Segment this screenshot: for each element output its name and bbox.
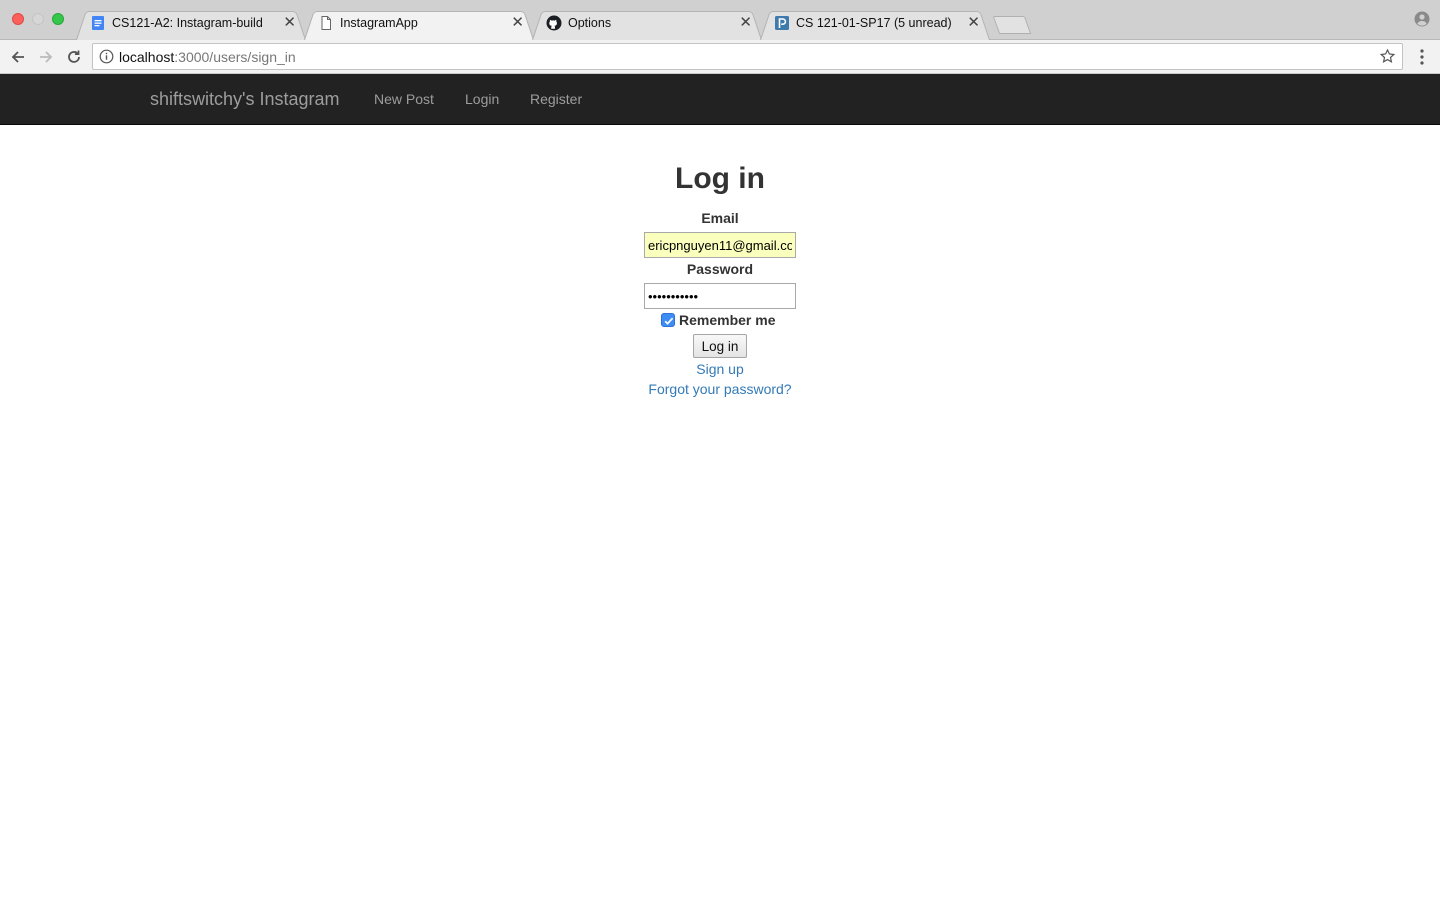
address-bar[interactable]: localhost:3000/users/sign_in <box>92 43 1403 70</box>
browser-tab-docs[interactable]: CS121-A2: Instagram-building ✕ <box>76 8 306 40</box>
tab-title: CS121-A2: Instagram-building <box>112 16 262 30</box>
email-field[interactable] <box>644 232 796 258</box>
url-path: :3000/users/sign_in <box>174 49 296 65</box>
tab-title: CS 121-01-SP17 (5 unread) <box>796 16 952 30</box>
close-window-button[interactable] <box>12 13 24 25</box>
navbar-brand[interactable]: shiftswitchy's Instagram <box>150 88 340 110</box>
email-label: Email <box>701 210 739 226</box>
more-menu-icon[interactable] <box>1414 48 1430 66</box>
close-tab-icon[interactable]: ✕ <box>283 15 296 31</box>
browser-toolbar: localhost:3000/users/sign_in <box>0 40 1440 74</box>
url-text[interactable]: localhost:3000/users/sign_in <box>119 49 296 65</box>
google-docs-icon <box>92 16 104 30</box>
back-arrow-icon[interactable] <box>7 46 29 68</box>
password-label: Password <box>686 261 754 277</box>
password-field[interactable] <box>644 283 796 309</box>
remember-me-label: Remember me <box>679 312 776 328</box>
close-tab-icon[interactable]: ✕ <box>511 15 524 31</box>
remember-me-checkbox[interactable] <box>661 313 675 327</box>
profile-icon[interactable] <box>1414 11 1430 27</box>
page-title: Log in <box>675 162 765 195</box>
browser-tab-options[interactable]: Options ✕ <box>532 8 762 40</box>
nav-register[interactable]: Register <box>530 90 582 108</box>
browser-tab-piazza[interactable]: CS 121-01-SP17 (5 unread) ✕ <box>760 8 990 40</box>
nav-new-post[interactable]: New Post <box>374 90 434 108</box>
new-tab-button[interactable] <box>992 16 1032 34</box>
browser-tab-instagramapp[interactable]: InstagramApp ✕ <box>304 8 534 40</box>
forward-arrow-icon[interactable] <box>35 46 57 68</box>
forgot-password-link[interactable]: Forgot your password? <box>648 381 791 397</box>
page-icon <box>321 16 331 30</box>
login-submit-button[interactable]: Log in <box>693 334 747 358</box>
url-host: localhost <box>119 49 175 65</box>
minimize-window-button[interactable] <box>32 13 44 25</box>
tab-title: Options <box>568 16 612 30</box>
checkmark-icon <box>664 317 674 325</box>
browser-tab-strip: CS121-A2: Instagram-building ✕ Instagram… <box>0 0 1440 40</box>
piazza-icon <box>775 16 789 30</box>
zoom-window-button[interactable] <box>52 13 64 25</box>
close-tab-icon[interactable]: ✕ <box>967 15 980 31</box>
nav-login[interactable]: Login <box>465 90 499 108</box>
info-icon[interactable] <box>99 49 114 64</box>
app-navbar: shiftswitchy's Instagram New Post Login … <box>0 74 1440 125</box>
sign-up-link[interactable]: Sign up <box>696 361 743 377</box>
bookmark-star-icon[interactable] <box>1379 48 1396 65</box>
github-icon <box>546 15 562 31</box>
tab-title: InstagramApp <box>340 16 418 30</box>
close-tab-icon[interactable]: ✕ <box>739 15 752 31</box>
reload-icon[interactable] <box>63 46 85 68</box>
